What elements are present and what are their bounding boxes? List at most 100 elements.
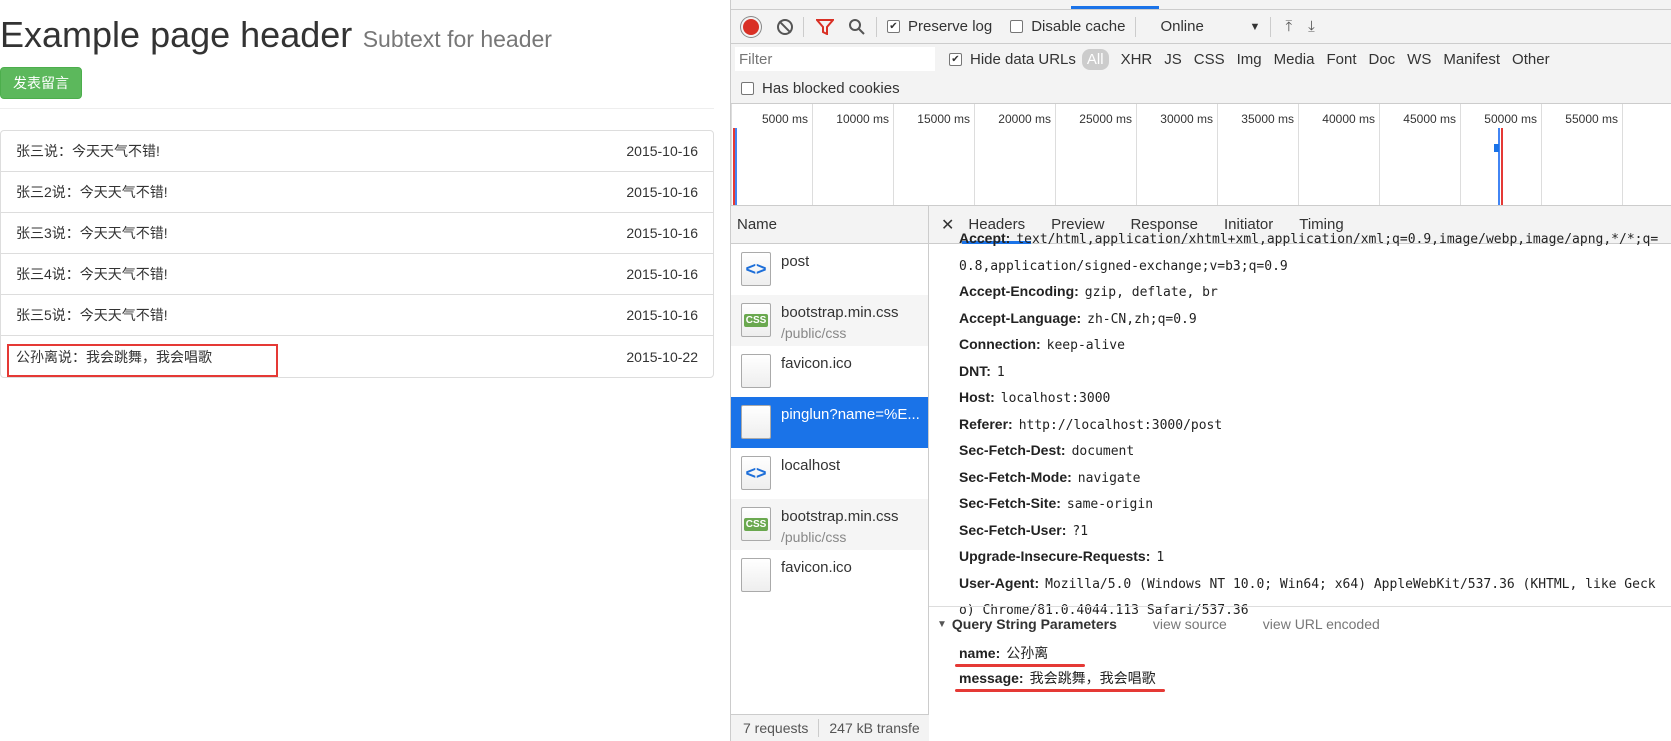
type-filter-manifest[interactable]: Manifest [1443, 51, 1500, 68]
request-row[interactable]: favicon.ico [731, 346, 928, 397]
query-param-row: name: 公孙离 [929, 641, 1671, 666]
header-row: DNT: 1 [959, 359, 1671, 386]
header-row: Accept: text/html,application/xhtml+xml,a… [959, 226, 1664, 279]
request-count: 7 requests [743, 720, 809, 736]
header-value: keep-alive [1046, 338, 1125, 353]
header-key: DNT: [959, 362, 991, 379]
header-row: Accept-Encoding: gzip, deflate, br [959, 279, 1671, 306]
export-har-icon[interactable]: ⤓ [1308, 18, 1315, 35]
blank-file-icon [741, 354, 771, 388]
header-row: Connection: keep-alive [959, 332, 1671, 359]
request-list: Name <> post CSS bootstrap.min.css/publi… [731, 206, 929, 741]
type-filter-all[interactable]: All [1081, 48, 1109, 70]
record-icon[interactable] [743, 18, 759, 35]
domcontentloaded-marker [1498, 128, 1500, 205]
param-value: 公孙离 [1006, 645, 1049, 661]
view-url-encoded-link[interactable]: view URL encoded [1263, 616, 1380, 632]
header-key: Sec-Fetch-User: [959, 521, 1067, 538]
timeline-gridline [1622, 104, 1623, 205]
collapse-triangle-icon[interactable]: ▼ [937, 619, 947, 630]
type-filter-xhr[interactable]: XHR [1121, 51, 1153, 68]
param-key: message: [959, 670, 1024, 686]
tick-label: 35000 ms [1241, 112, 1294, 126]
type-filter-js[interactable]: JS [1164, 51, 1182, 68]
query-param-row: message: 我会跳舞，我会唱歌 [929, 666, 1671, 691]
checkbox-icon [949, 52, 962, 66]
request-row[interactable]: CSS bootstrap.min.css/public/css [731, 499, 928, 550]
type-filter-img[interactable]: Img [1237, 51, 1262, 68]
comment-text: 张三5说：今天天气不错! [16, 307, 168, 323]
type-filter-css[interactable]: CSS [1194, 51, 1225, 68]
header-value: 1 [996, 364, 1005, 380]
type-filter-doc[interactable]: Doc [1368, 51, 1395, 68]
name-column-header[interactable]: Name [731, 206, 928, 244]
header-value: 1 [1156, 550, 1165, 565]
header-divider [0, 108, 714, 109]
query-section-header[interactable]: ▼ Query String Parameters view source vi… [929, 607, 1671, 641]
request-row[interactable]: favicon.ico [731, 550, 928, 601]
header-key: Upgrade-Insecure-Requests: [959, 548, 1151, 564]
throttle-select[interactable]: Online ▼ [1160, 18, 1260, 35]
domcontentloaded-marker [735, 128, 737, 205]
header-value: same-origin [1066, 497, 1154, 512]
filter-icon[interactable] [816, 18, 834, 35]
blank-file-icon [741, 558, 771, 592]
post-comment-button[interactable]: 发表留言 [0, 67, 82, 99]
header-row: Sec-Fetch-Mode: navigate [959, 465, 1671, 492]
comment-date: 2015-10-16 [626, 266, 698, 282]
comment-item: 张三3说：今天天气不错! 2015-10-16 [1, 213, 713, 254]
filter-input[interactable] [735, 47, 935, 71]
request-name: post [781, 253, 810, 270]
hide-data-urls-label: Hide data URLs [970, 50, 1076, 68]
request-rows: <> post CSS bootstrap.min.css/public/css… [731, 244, 928, 601]
request-row[interactable]: CSS bootstrap.min.css/public/css [731, 295, 928, 346]
view-source-link[interactable]: view source [1153, 616, 1227, 632]
preserve-log-checkbox[interactable]: Preserve log [887, 18, 992, 35]
document-file-icon: <> [741, 456, 771, 490]
header-key: Sec-Fetch-Site: [959, 495, 1061, 511]
header-key: Connection: [959, 336, 1041, 352]
tick-label: 15000 ms [917, 112, 970, 126]
header-key: Accept-Language: [959, 309, 1082, 326]
tick-label: 55000 ms [1565, 112, 1618, 126]
search-icon[interactable] [848, 18, 866, 36]
request-name: favicon.ico [781, 559, 852, 576]
comment-item: 张三2说：今天天气不错! 2015-10-16 [1, 172, 713, 213]
status-separator [818, 719, 820, 737]
header-row: Referer: http://localhost:3000/post [959, 412, 1671, 439]
page-header: Example page header Subtext for header [0, 14, 552, 56]
toolbar-separator [1270, 16, 1272, 37]
type-filter-media[interactable]: Media [1274, 51, 1315, 68]
type-filter-other[interactable]: Other [1512, 51, 1550, 68]
request-row[interactable]: <> localhost [731, 448, 928, 499]
request-row[interactable]: <> post [731, 244, 928, 295]
comment-item: 张三5说：今天天气不错! 2015-10-16 [1, 295, 713, 336]
import-har-icon[interactable]: ⤒ [1285, 18, 1292, 35]
param-value: 我会跳舞，我会唱歌 [1029, 670, 1156, 686]
disable-cache-checkbox[interactable]: Disable cache [1010, 18, 1125, 35]
blocked-cookies-checkbox[interactable]: Has blocked cookies [741, 80, 900, 97]
request-name: localhost [781, 457, 841, 474]
active-tab-indicator [1071, 6, 1159, 9]
comment-text: 公孙离说：我会跳舞，我会唱歌 [16, 348, 212, 365]
timeline-overview[interactable]: 5000 ms 10000 ms 15000 ms 20000 ms 25000… [731, 104, 1671, 206]
css-file-icon: CSS [741, 303, 771, 337]
network-toolbar: Preserve log Disable cache Online ▼ ⤒ ⤓ [731, 10, 1671, 44]
clear-icon[interactable] [777, 18, 793, 35]
toolbar-separator [803, 16, 804, 37]
checkbox-icon [741, 82, 754, 95]
header-key: Host: [959, 389, 995, 405]
devtools-tab-strip [731, 0, 1671, 10]
comment-item: 张三4说：今天天气不错! 2015-10-16 [1, 254, 713, 295]
tick-label: 25000 ms [1079, 112, 1132, 126]
hide-data-urls-checkbox[interactable]: Hide data URLs [949, 51, 1076, 68]
blocked-cookies-label: Has blocked cookies [762, 80, 900, 97]
checkbox-icon [1010, 20, 1024, 33]
page-subtitle: Subtext for header [362, 26, 552, 52]
type-filter-font[interactable]: Font [1326, 51, 1356, 68]
tick-label: 45000 ms [1403, 112, 1456, 126]
type-filter-ws[interactable]: WS [1407, 51, 1431, 68]
header-value: gzip, deflate, br [1084, 285, 1218, 300]
header-key: Referer: [959, 415, 1013, 432]
request-row-selected[interactable]: pinglun?name=%E... [731, 397, 928, 448]
